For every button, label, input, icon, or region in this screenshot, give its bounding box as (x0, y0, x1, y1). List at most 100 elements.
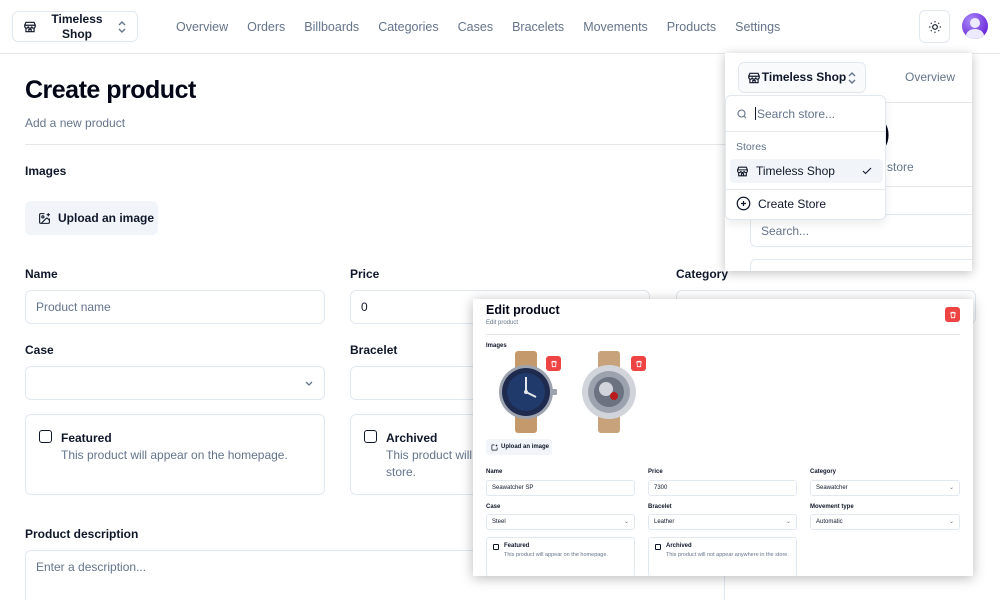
edit-movement-value: Automatic (816, 519, 843, 525)
search-icon (736, 108, 748, 120)
archived-description-line2: store. (386, 465, 417, 479)
edit-archived-card: Archived This product will not appear an… (648, 537, 797, 576)
edit-bracelet-label: Bracelet (648, 504, 672, 510)
store-option-label: Timeless Shop (756, 164, 835, 178)
edit-price-label: Price (648, 469, 663, 475)
stores-group-label: Stores (736, 141, 767, 153)
nav-categories[interactable]: Categories (378, 20, 438, 34)
archived-title: Archived (386, 431, 438, 445)
delete-product-button[interactable] (945, 307, 960, 322)
edit-category-value: Seawatcher (816, 485, 848, 491)
edit-featured-checkbox[interactable] (493, 544, 499, 550)
store-icon (23, 20, 37, 34)
nav-cases[interactable]: Cases (458, 20, 493, 34)
nav-settings[interactable]: Settings (735, 20, 780, 34)
store-switcher[interactable]: Timeless Shop (12, 11, 138, 42)
page-title: Create product (25, 76, 196, 104)
images-label: Images (25, 164, 67, 178)
store-switcher-label: Timeless Shop (51, 11, 103, 41)
price-label: Price (350, 267, 380, 281)
edit-case-select[interactable]: Steel ⌄ (486, 514, 635, 530)
edit-price-input[interactable]: 7300 (648, 480, 797, 496)
featured-description: This product will appear on the homepage… (61, 448, 288, 462)
chevrons-up-down-icon (847, 71, 857, 85)
featured-checkbox[interactable] (39, 430, 52, 443)
edit-movement-select[interactable]: Automatic ⌄ (810, 514, 960, 530)
edit-upload-image-label: Upload an image (501, 444, 550, 450)
edit-upload-image-button[interactable]: Upload an image (486, 439, 552, 455)
popover-divider (726, 189, 885, 190)
remove-image-button[interactable] (631, 356, 646, 371)
check-icon (861, 165, 873, 177)
upload-image-label: Upload an image (58, 211, 155, 225)
page-subtitle: Add a new product (25, 116, 126, 130)
edit-featured-title: Featured (504, 543, 530, 549)
edit-case-value: Steel (492, 519, 506, 525)
name-input[interactable]: Product name (25, 290, 325, 324)
nav-movements[interactable]: Movements (583, 20, 648, 34)
store-icon (736, 165, 749, 178)
background-table (750, 259, 972, 271)
edit-archived-checkbox[interactable] (655, 544, 661, 550)
edit-featured-description: This product will appear on the homepage… (504, 552, 608, 558)
edit-name-label: Name (486, 469, 503, 475)
name-label: Name (25, 267, 58, 281)
main-nav: Overview Orders Billboards Categories Ca… (176, 0, 780, 54)
edit-case-label: Case (486, 504, 501, 510)
chevrons-up-down-icon (117, 20, 127, 34)
store-search-field[interactable]: Search store... (726, 96, 885, 132)
edit-images-label: Images (486, 343, 507, 349)
edit-archived-description: This product will not appear anywhere in… (666, 552, 789, 558)
store-search-placeholder: Search store... (757, 106, 836, 121)
create-store-button[interactable]: Create Store (736, 196, 826, 211)
nav-billboards[interactable]: Billboards (304, 20, 359, 34)
edit-category-label: Category (810, 469, 837, 475)
nav-orders[interactable]: Orders (247, 20, 285, 34)
chevron-down-icon (304, 378, 314, 388)
nav-products[interactable]: Products (667, 20, 716, 34)
image-plus-icon (38, 212, 51, 225)
edit-page-subtitle: Edit product (486, 320, 519, 326)
user-avatar[interactable] (962, 13, 988, 39)
description-label: Product description (25, 527, 139, 541)
case-select[interactable] (25, 366, 325, 400)
edit-name-input[interactable]: Seawatcher SP (486, 480, 635, 496)
edit-movement-label: Movement type (810, 504, 854, 510)
upload-image-button[interactable]: Upload an image (25, 201, 158, 235)
archived-checkbox[interactable] (364, 430, 377, 443)
chevron-down-icon: ⌄ (623, 519, 629, 525)
trash-icon (550, 360, 558, 368)
trash-icon (949, 311, 957, 319)
image-plus-icon (491, 444, 498, 451)
featured-title: Featured (61, 431, 112, 445)
chevron-down-icon: ⌄ (785, 519, 791, 525)
edit-header-divider (486, 334, 960, 335)
nav-overview[interactable]: Overview (905, 70, 955, 84)
featured-card: Featured This product will appear on the… (25, 414, 325, 495)
create-store-label: Create Store (758, 196, 827, 211)
bracelet-label: Bracelet (350, 343, 398, 357)
chevron-down-icon: ⌄ (948, 519, 954, 525)
nav-overview[interactable]: Overview (176, 20, 228, 34)
edit-bracelet-select[interactable]: Leather ⌄ (648, 514, 797, 530)
store-switcher-window: Timeless Shop Overview y) ur store Searc… (725, 53, 972, 271)
store-popover: Search store... Stores Timeless Shop Cre… (725, 95, 886, 220)
nav-bracelets[interactable]: Bracelets (512, 20, 564, 34)
edit-archived-title: Archived (666, 543, 692, 549)
header-divider (25, 144, 725, 145)
store-switcher[interactable]: Timeless Shop (738, 62, 866, 93)
remove-image-button[interactable] (546, 356, 561, 371)
edit-page-title: Edit product (486, 303, 560, 317)
edit-featured-card: Featured This product will appear on the… (486, 537, 635, 576)
store-option[interactable]: Timeless Shop (730, 159, 883, 183)
edit-category-select[interactable]: Seawatcher ⌄ (810, 480, 960, 496)
archived-description-line1: This product will (386, 448, 473, 462)
store-icon (747, 71, 761, 85)
theme-toggle-button[interactable] (919, 10, 950, 43)
trash-icon (635, 360, 643, 368)
edit-product-window: Edit product Edit product Images Upload … (473, 299, 973, 576)
edit-bracelet-value: Leather (654, 519, 675, 525)
sun-icon (928, 20, 942, 34)
chevron-down-icon: ⌄ (948, 485, 954, 491)
top-navbar: Timeless Shop Overview Orders Billboards… (0, 0, 1000, 54)
